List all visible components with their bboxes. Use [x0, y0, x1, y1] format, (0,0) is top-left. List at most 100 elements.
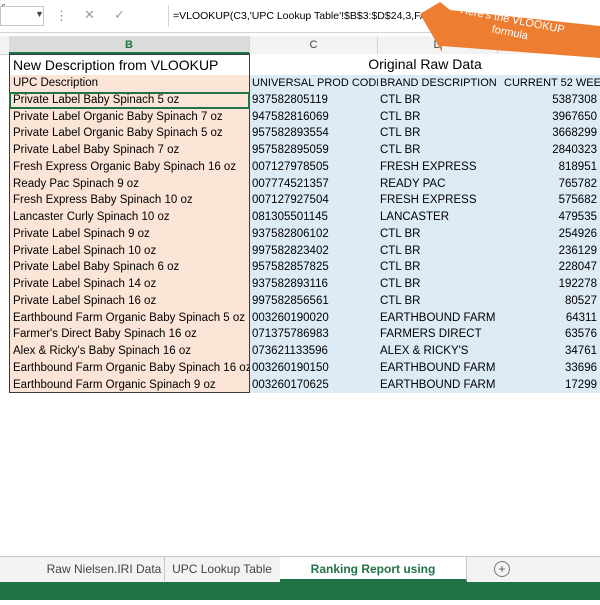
upc-description-cell[interactable]: Earthbound Farm Organic Spinach 9 oz	[9, 376, 250, 394]
brand-cell[interactable]: ALEX & RICKY'S	[378, 343, 498, 360]
cancel-x-icon[interactable]: ✕	[84, 7, 95, 23]
upc-description-cell[interactable]: Private Label Organic Baby Spinach 5 oz	[9, 125, 250, 142]
brand-cell[interactable]: CTL BR	[378, 142, 498, 159]
header-brand-description[interactable]: BRAND DESCRIPTION	[378, 75, 498, 92]
header-row: UPC Description UNIVERSAL PROD CODE BRAN…	[9, 75, 600, 92]
sales-cell[interactable]: 254926	[498, 225, 600, 243]
table-row: Private Label Baby Spinach 7 oz 957582895…	[9, 142, 600, 159]
tab-upc-lookup-table[interactable]: UPC Lookup Table	[164, 557, 281, 581]
sales-cell[interactable]: 765782	[498, 175, 600, 193]
upc-code-cell[interactable]: 007774521357	[250, 175, 378, 193]
upc-description-cell[interactable]: Private Label Spinach 9 oz	[9, 225, 250, 243]
upc-code-cell[interactable]: 957582857825	[250, 259, 378, 276]
brand-cell[interactable]: CTL BR	[378, 242, 498, 260]
upc-code-cell[interactable]: 003260190150	[250, 359, 378, 377]
brand-cell[interactable]: CTL BR	[378, 292, 498, 310]
upc-code-cell[interactable]: 081305501145	[250, 209, 378, 226]
upc-description-cell[interactable]: Alex & Ricky's Baby Spinach 16 oz	[9, 343, 250, 360]
status-bar	[0, 582, 600, 600]
brand-cell[interactable]: CTL BR	[378, 125, 498, 142]
upc-description-cell[interactable]: Earthbound Farm Organic Baby Spinach 16 …	[9, 359, 250, 377]
sales-cell[interactable]: 818951	[498, 158, 600, 176]
sales-cell[interactable]: 2840323	[498, 142, 600, 159]
header-upc-description[interactable]: UPC Description	[9, 75, 250, 92]
sales-cell[interactable]: 3668299	[498, 125, 600, 142]
upc-code-cell[interactable]: 003260190020	[250, 309, 378, 327]
sales-cell[interactable]: 3967650	[498, 108, 600, 126]
upc-code-cell[interactable]: 007127927504	[250, 192, 378, 209]
brand-cell[interactable]: READY PAC	[378, 175, 498, 193]
table-row: Earthbound Farm Organic Baby Spinach 5 o…	[9, 309, 600, 327]
upc-description-cell[interactable]: Fresh Express Baby Spinach 10 oz	[9, 192, 250, 209]
column-header-c[interactable]: C	[250, 36, 378, 54]
upc-description-cell[interactable]: Private Label Spinach 10 oz	[9, 242, 250, 260]
header-universal-prod-code[interactable]: UNIVERSAL PROD CODE	[250, 75, 378, 92]
sales-cell[interactable]: 236129	[498, 242, 600, 260]
upc-description-cell[interactable]: Fresh Express Organic Baby Spinach 16 oz	[9, 158, 250, 176]
brand-cell[interactable]: FRESH EXPRESS	[378, 158, 498, 176]
upc-description-cell[interactable]: Private Label Baby Spinach 7 oz	[9, 142, 250, 159]
upc-description-cell[interactable]: Earthbound Farm Organic Baby Spinach 5 o…	[9, 309, 250, 327]
table-row: Farmer's Direct Baby Spinach 16 oz 071375…	[9, 326, 600, 343]
sales-cell[interactable]: 192278	[498, 276, 600, 293]
brand-cell[interactable]: FRESH EXPRESS	[378, 192, 498, 209]
tab-raw-nielsen-iri-data[interactable]: Raw Nielsen.IRI Data	[44, 557, 165, 581]
upc-description-cell[interactable]: Private Label Spinach 16 oz	[9, 292, 250, 310]
brand-cell[interactable]: CTL BR	[378, 91, 498, 109]
sales-cell[interactable]: 479535	[498, 209, 600, 226]
sales-cell[interactable]: 5387308	[498, 91, 600, 109]
brand-cell[interactable]: LANCASTER	[378, 209, 498, 226]
brand-cell[interactable]: EARTHBOUND FARM	[378, 359, 498, 377]
table-row: Private Label Spinach 10 oz 997582823402 C…	[9, 242, 600, 260]
sales-cell[interactable]: 228047	[498, 259, 600, 276]
upc-code-cell[interactable]: 937582893116	[250, 276, 378, 293]
sales-cell[interactable]: 34761	[498, 343, 600, 360]
upc-code-cell[interactable]: 997582856561	[250, 292, 378, 310]
column-header-b[interactable]: B	[9, 36, 250, 54]
brand-cell[interactable]: CTL BR	[378, 225, 498, 243]
upc-code-cell[interactable]: 937582805119	[250, 91, 378, 109]
upc-description-cell[interactable]: Private Label Spinach 14 oz	[9, 276, 250, 293]
upc-description-cell[interactable]: Farmer's Direct Baby Spinach 16 oz	[9, 326, 250, 343]
table-row: Private Label Organic Baby Spinach 5 oz 9…	[9, 125, 600, 142]
brand-cell[interactable]: CTL BR	[378, 108, 498, 126]
plus-circle-icon[interactable]: +	[494, 561, 510, 577]
tab-ranking-report[interactable]: Ranking Report using VLOOKUP	[280, 557, 467, 600]
sales-cell[interactable]: 17299	[498, 376, 600, 394]
brand-cell[interactable]: CTL BR	[378, 259, 498, 276]
sales-cell[interactable]: 64311	[498, 309, 600, 327]
brand-cell[interactable]: FARMERS DIRECT	[378, 326, 498, 343]
sales-cell[interactable]: 63576	[498, 326, 600, 343]
upc-code-cell[interactable]: 957582895059	[250, 142, 378, 159]
upc-description-cell[interactable]: Lancaster Curly Spinach 10 oz	[9, 209, 250, 226]
new-description-title[interactable]: New Description from VLOOKUP	[9, 54, 250, 75]
table-row: Fresh Express Organic Baby Spinach 16 oz…	[9, 158, 600, 176]
upc-description-cell[interactable]: Private Label Baby Spinach 5 oz	[9, 91, 250, 109]
upc-code-cell[interactable]: 007127978505	[250, 158, 378, 176]
upc-code-cell[interactable]: 071375786983	[250, 326, 378, 343]
header-current-52-weeks[interactable]: CURRENT 52 WEEKS	[498, 75, 600, 92]
brand-cell[interactable]: CTL BR	[378, 276, 498, 293]
upc-description-cell[interactable]: Private Label Organic Baby Spinach 7 oz	[9, 108, 250, 126]
sales-cell[interactable]: 33696	[498, 359, 600, 377]
chevron-down-icon[interactable]: ▼	[35, 9, 44, 19]
more-options-icon[interactable]: ⋮	[55, 8, 68, 24]
upc-code-cell[interactable]: 937582806102	[250, 225, 378, 243]
upc-code-cell[interactable]: 003260170625	[250, 376, 378, 394]
table-row: Private Label Spinach 14 oz 937582893116 C…	[9, 276, 600, 293]
sales-cell[interactable]: 80527	[498, 292, 600, 310]
upc-description-cell[interactable]: Private Label Baby Spinach 6 oz	[9, 259, 250, 276]
table-row: Ready Pac Spinach 9 oz 007774521357 READY …	[9, 175, 600, 193]
upc-description-cell[interactable]: Ready Pac Spinach 9 oz	[9, 175, 250, 193]
table-row: Earthbound Farm Organic Baby Spinach 16 …	[9, 359, 600, 377]
checkmark-icon[interactable]: ✓	[114, 7, 125, 23]
upc-code-cell[interactable]: 073621133596	[250, 343, 378, 360]
upc-code-cell[interactable]: 997582823402	[250, 242, 378, 260]
table-row: Private Label Baby Spinach 6 oz 957582857…	[9, 259, 600, 276]
table-row: Private Label Baby Spinach 5 oz 937582805…	[9, 91, 600, 109]
brand-cell[interactable]: EARTHBOUND FARM	[378, 376, 498, 394]
upc-code-cell[interactable]: 957582893554	[250, 125, 378, 142]
sales-cell[interactable]: 575682	[498, 192, 600, 209]
upc-code-cell[interactable]: 947582816069	[250, 108, 378, 126]
brand-cell[interactable]: EARTHBOUND FARM	[378, 309, 498, 327]
